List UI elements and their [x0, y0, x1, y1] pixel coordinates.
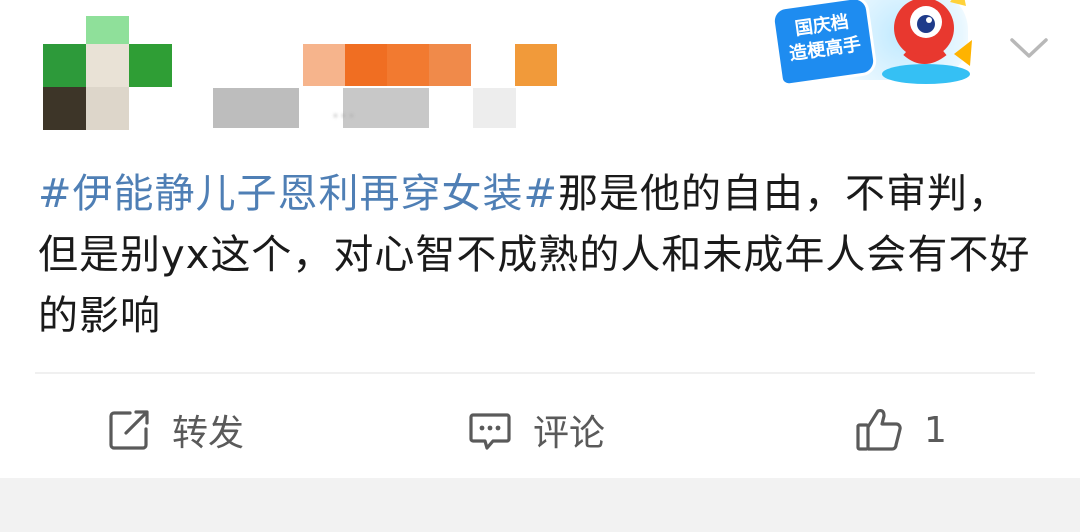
topic-link[interactable]: #伊能静儿子恩利再穿女装# — [38, 171, 558, 217]
footer-separator — [0, 478, 1080, 532]
repost-button[interactable]: 转发 — [106, 398, 244, 462]
event-badge[interactable]: 国庆档 造梗高手 — [758, 0, 988, 92]
post-content: #伊能静儿子恩利再穿女装#那是他的自由，不审判，但是别yx这个，对心智不成熟的人… — [38, 164, 1048, 347]
avatar[interactable] — [43, 16, 173, 130]
repost-label: 转发 — [172, 413, 245, 454]
divider — [35, 372, 1035, 374]
post-meta-redacted — [213, 88, 713, 128]
comment-button[interactable]: 评论 — [467, 398, 605, 462]
post-meta-text: ... — [332, 98, 356, 123]
comment-label: 评论 — [533, 413, 606, 454]
chevron-down-icon[interactable] — [1008, 26, 1050, 68]
weibo-post-card: ... 国庆档 造梗高手 #伊能静儿子恩利再穿女装#那是他的自由，不审判，但是别… — [0, 0, 1080, 532]
username-redacted[interactable] — [213, 44, 558, 90]
like-count: 1 — [924, 409, 947, 451]
badge-label: 国庆档 造梗高手 — [773, 0, 875, 85]
repost-icon — [109, 410, 149, 450]
thumbs-up-icon — [856, 408, 902, 451]
action-bar: 转发 评论 1 — [0, 398, 1080, 462]
like-button[interactable]: 1 — [854, 398, 947, 462]
mascot-icon — [882, 0, 972, 84]
comment-icon — [469, 413, 511, 450]
